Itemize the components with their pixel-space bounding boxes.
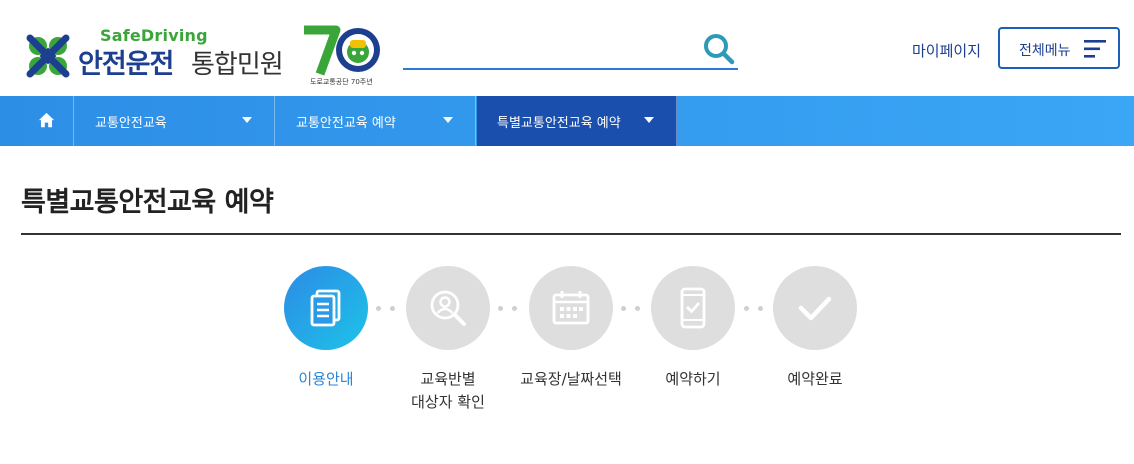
nav-item-special-education-reservation[interactable]: 특별교통안전교육 예약 bbox=[477, 96, 677, 146]
logo-sub-text: 통합민원 bbox=[191, 50, 284, 80]
hamburger-menu-icon bbox=[1084, 40, 1106, 58]
home-icon bbox=[38, 112, 55, 128]
nav-item-label: 교통안전교육 bbox=[95, 116, 167, 131]
checkmark-icon bbox=[798, 296, 832, 321]
step-label-venue-date-select: 교육장/날짜선택 bbox=[506, 368, 636, 391]
step-label-line: 교육반별 bbox=[420, 370, 476, 388]
step-label-class-target-check: 교육반별 대상자 확인 bbox=[383, 368, 513, 414]
step-label-make-reservation: 예약하기 bbox=[628, 368, 758, 391]
step-connector bbox=[621, 306, 647, 312]
step-guide bbox=[284, 266, 368, 350]
step-label-line: 예약완료 bbox=[787, 370, 843, 388]
calendar-icon bbox=[552, 291, 590, 325]
chevron-down-icon bbox=[242, 117, 252, 123]
chevron-down-icon bbox=[644, 117, 654, 123]
chevron-down-icon bbox=[443, 117, 453, 123]
step-connector bbox=[376, 306, 402, 312]
cross-logo-icon bbox=[26, 34, 70, 78]
user-search-icon bbox=[430, 290, 466, 326]
site-header: SafeDriving 안전운전 통합민원 도로교통공단 70주년 마이페이지 … bbox=[0, 0, 1134, 96]
document-icon bbox=[310, 289, 341, 327]
step-make-reservation bbox=[651, 266, 735, 350]
search-bar bbox=[403, 30, 738, 70]
step-label-guide: 이용안내 bbox=[261, 368, 391, 391]
nav-item-label: 교통안전교육 예약 bbox=[296, 116, 396, 131]
step-label-reservation-complete: 예약완료 bbox=[750, 368, 880, 391]
step-label-line: 대상자 확인 bbox=[411, 393, 485, 411]
anniversary-caption: 도로교통공단 70주년 bbox=[310, 78, 373, 86]
mypage-link[interactable]: 마이페이지 bbox=[912, 40, 981, 61]
search-input[interactable] bbox=[403, 30, 693, 66]
search-icon[interactable] bbox=[702, 32, 736, 66]
step-connector bbox=[744, 306, 770, 312]
site-logo[interactable]: SafeDriving 안전운전 통합민원 도로교통공단 70주년 bbox=[20, 22, 390, 88]
step-reservation-complete bbox=[773, 266, 857, 350]
title-divider bbox=[21, 233, 1121, 235]
step-connector bbox=[498, 306, 524, 312]
step-class-target-check bbox=[406, 266, 490, 350]
step-label-line: 예약하기 bbox=[665, 370, 721, 388]
step-label-line: 교육장/날짜선택 bbox=[520, 370, 622, 388]
nav-item-traffic-safety-education[interactable]: 교통안전교육 bbox=[75, 96, 275, 146]
main-nav-bar: 교통안전교육 교통안전교육 예약 특별교통안전교육 예약 bbox=[0, 96, 1134, 146]
all-menu-label: 전체메뉴 bbox=[1019, 43, 1071, 59]
home-button[interactable] bbox=[20, 96, 74, 146]
step-label-line: 이용안내 bbox=[298, 370, 354, 388]
nav-item-label: 특별교통안전교육 예약 bbox=[497, 116, 621, 131]
nav-item-education-reservation[interactable]: 교통안전교육 예약 bbox=[276, 96, 476, 146]
all-menu-button[interactable]: 전체메뉴 bbox=[998, 27, 1120, 69]
step-venue-date-select bbox=[529, 266, 613, 350]
logo-main-text: 안전운전 bbox=[78, 49, 174, 80]
page-title: 특별교통안전교육 예약 bbox=[21, 187, 274, 218]
mobile-check-icon bbox=[680, 287, 706, 329]
